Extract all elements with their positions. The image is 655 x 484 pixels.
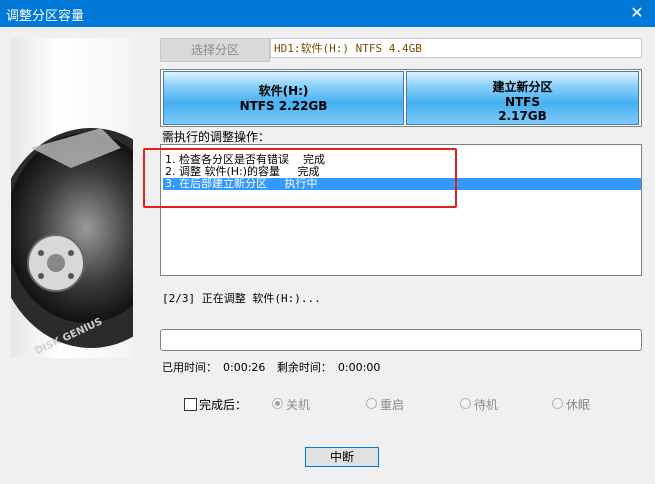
partition-bar: 软件(H:) NTFS 2.22GB 建立新分区 NTFS 2.17GB — [160, 69, 642, 127]
title-bar: 调整分区容量 ✕ — [0, 0, 655, 27]
radio-shutdown-label[interactable]: 关机 — [286, 396, 310, 413]
after-checkbox-label[interactable]: 完成后： — [199, 396, 247, 413]
partition-block-new[interactable]: 建立新分区 NTFS 2.17GB — [406, 71, 639, 125]
radio-hibernate[interactable] — [552, 398, 563, 409]
after-checkbox[interactable] — [184, 398, 197, 411]
remaining-label: 剩余时间： — [276, 361, 332, 374]
time-info: 已用时间： 0:00:26 剩余时间： 0:00:00 — [162, 359, 386, 375]
abort-button[interactable]: 中断 — [305, 447, 379, 467]
radio-shutdown[interactable] — [272, 398, 283, 409]
partition-name: 软件(H:) — [258, 84, 309, 98]
operations-label: 需执行的调整操作： — [162, 130, 271, 144]
disk-genius-logo-image: DISK GENIUS — [11, 38, 133, 358]
elapsed-label: 已用时间： — [162, 361, 217, 374]
window-title: 调整分区容量 — [6, 9, 85, 24]
select-partition-button[interactable]: 选择分区 — [160, 38, 270, 62]
close-icon[interactable]: ✕ — [627, 3, 647, 23]
disk-info-label: HD1:软件(H:) NTFS 4.4GB — [270, 38, 642, 58]
annotation-highlight-box — [143, 148, 457, 208]
partition-size: 2.17GB — [498, 109, 547, 123]
radio-restart-label[interactable]: 重启 — [380, 396, 404, 413]
progress-bar — [160, 329, 642, 351]
partition-fs: NTFS — [504, 95, 541, 109]
partition-fs: NTFS 2.22GB — [239, 99, 328, 113]
partition-name: 建立新分区 — [492, 80, 553, 94]
radio-standby[interactable] — [460, 398, 471, 409]
partition-block-software[interactable]: 软件(H:) NTFS 2.22GB — [163, 71, 404, 125]
elapsed-value: 0:00:26 — [223, 361, 266, 374]
remaining-value: 0:00:00 — [337, 361, 381, 374]
status-text: [2/3] 正在调整 软件(H:)... — [162, 292, 321, 305]
radio-restart[interactable] — [366, 398, 377, 409]
radio-standby-label[interactable]: 待机 — [474, 396, 498, 413]
radio-hibernate-label[interactable]: 休眠 — [566, 396, 590, 413]
